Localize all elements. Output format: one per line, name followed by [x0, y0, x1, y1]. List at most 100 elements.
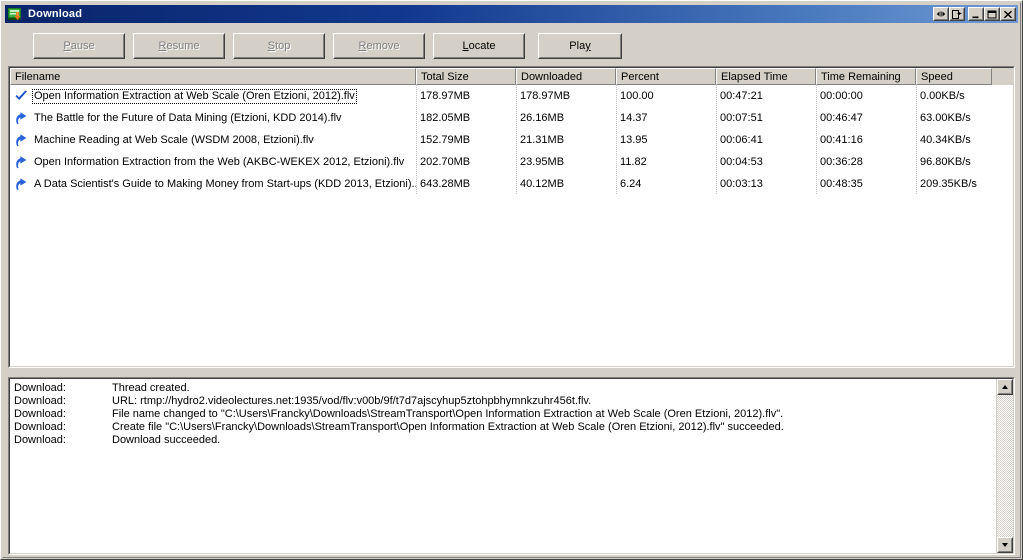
- download-app-icon: [8, 7, 24, 21]
- filename-label: A Data Scientist's Guide to Making Money…: [34, 177, 416, 190]
- list-body: Open Information Extraction at Web Scale…: [10, 85, 1013, 195]
- close-icon[interactable]: [1000, 7, 1016, 21]
- column-header-total-size[interactable]: Total Size: [416, 68, 516, 85]
- column-header-filename[interactable]: Filename: [10, 68, 416, 85]
- table-row[interactable]: The Battle for the Future of Data Mining…: [10, 107, 1013, 129]
- minimize-icon[interactable]: [968, 7, 984, 21]
- cell-elapsed-time: 00:04:53: [716, 151, 816, 173]
- remove-button-label: Remove: [358, 40, 400, 52]
- column-header-elapsed-time[interactable]: Elapsed Time: [716, 68, 816, 85]
- column-header-label: Total Size: [421, 70, 469, 83]
- cell-speed: 209.35KB/s: [916, 173, 992, 195]
- cell-value: 00:03:13: [720, 178, 763, 190]
- locate-button-label: Locate: [462, 40, 496, 52]
- cell-total-size: 643.28MB: [416, 173, 516, 195]
- download-list: Filename Total Size Downloaded Percent Elaps…: [8, 66, 1015, 368]
- cell-value: 100.00: [620, 90, 654, 102]
- cell-filename: Open Information Extraction at Web Scale…: [10, 85, 416, 107]
- log-line-message: Thread created.: [112, 382, 190, 394]
- titlebar[interactable]: Download: [5, 5, 1018, 23]
- play-button[interactable]: Play: [538, 33, 622, 59]
- cell-value: 63.00KB/s: [920, 112, 971, 124]
- cell-filename: Open Information Extraction from the Web…: [10, 151, 416, 173]
- cell-time-remaining: 00:41:16: [816, 129, 916, 151]
- cell-total-size: 152.79MB: [416, 129, 516, 151]
- log-line: Download: File name changed to "C:\Users\…: [14, 408, 996, 421]
- cell-speed: 96.80KB/s: [916, 151, 992, 173]
- log-line-tag: Download:: [14, 395, 66, 407]
- cell-time-remaining: 00:00:00: [816, 85, 916, 107]
- log-line-tag: Download:: [14, 408, 66, 420]
- cell-speed: 0.00KB/s: [916, 85, 992, 107]
- cell-value: 209.35KB/s: [920, 178, 977, 190]
- cell-value: 11.82: [620, 156, 647, 168]
- cell-value: 00:48:35: [820, 178, 863, 190]
- column-header-time-remaining[interactable]: Time Remaining: [816, 68, 916, 85]
- filename-label: Open Information Extraction at Web Scale…: [32, 88, 357, 104]
- cell-percent: 6.24: [616, 173, 716, 195]
- cell-downloaded: 40.12MB: [516, 173, 616, 195]
- log-content[interactable]: Download: Thread created. Download: URL: rt…: [10, 379, 996, 553]
- cell-total-size: 178.97MB: [416, 85, 516, 107]
- cell-filename: The Battle for the Future of Data Mining…: [10, 107, 416, 129]
- table-row[interactable]: Open Information Extraction from the Web…: [10, 151, 1013, 173]
- download-window: Download Pause Resume Stop Remove Locate…: [0, 0, 1023, 560]
- cell-total-size: 182.05MB: [416, 107, 516, 129]
- column-header-label: Time Remaining: [821, 70, 901, 83]
- maximize-icon[interactable]: [984, 7, 1000, 21]
- filename-label: The Battle for the Future of Data Mining…: [34, 111, 342, 124]
- column-header-speed[interactable]: Speed: [916, 68, 992, 85]
- log-line-message: Create file "C:\Users\Francky\Downloads\…: [112, 421, 784, 433]
- log-line-tag: Download:: [14, 382, 66, 394]
- downloading-arrow-icon: [10, 110, 32, 126]
- detach-window-icon[interactable]: [949, 7, 965, 21]
- log-line: Download: Download succeeded.: [14, 434, 996, 447]
- restore-down-icon[interactable]: [933, 7, 949, 21]
- column-header-label: Filename: [15, 70, 61, 83]
- log-line-tag: Download:: [14, 434, 66, 446]
- cell-value: 96.80KB/s: [920, 156, 971, 168]
- column-header-percent[interactable]: Percent: [616, 68, 716, 85]
- scroll-down-button[interactable]: [997, 537, 1013, 553]
- cell-elapsed-time: 00:03:13: [716, 173, 816, 195]
- filename-label: Open Information Extraction from the Web…: [34, 155, 405, 168]
- cell-percent: 13.95: [616, 129, 716, 151]
- cell-value: 40.34KB/s: [920, 134, 971, 146]
- stop-button-label: Stop: [267, 40, 291, 52]
- column-separator: [816, 85, 817, 195]
- cell-downloaded: 23.95MB: [516, 151, 616, 173]
- log-line: Download: URL: rtmp://hydro2.videolecture…: [14, 395, 996, 408]
- cell-value: 00:04:53: [720, 156, 763, 168]
- cell-elapsed-time: 00:06:41: [716, 129, 816, 151]
- table-row[interactable]: A Data Scientist's Guide to Making Money…: [10, 173, 1013, 195]
- check-complete-icon: [10, 88, 32, 104]
- cell-value: 13.95: [620, 134, 648, 146]
- cell-elapsed-time: 00:07:51: [716, 107, 816, 129]
- cell-value: 23.95MB: [520, 156, 565, 168]
- log-line-message: URL: rtmp://hydro2.videolectures.net:193…: [112, 395, 592, 407]
- cell-value: 00:07:51: [720, 112, 763, 124]
- log-panel: Download: Thread created. Download: URL: rt…: [8, 377, 1015, 555]
- window-inner-frame: Download Pause Resume Stop Remove Locate…: [2, 2, 1021, 558]
- log-line: Download: Create file "C:\Users\Francky\D…: [14, 421, 996, 434]
- table-row[interactable]: Open Information Extraction at Web Scale…: [10, 85, 1013, 107]
- table-row[interactable]: Machine Reading at Web Scale (WSDM 2008,…: [10, 129, 1013, 151]
- log-line-message: File name changed to "C:\Users\Francky\D…: [112, 408, 784, 420]
- cell-total-size: 202.70MB: [416, 151, 516, 173]
- column-separator: [416, 85, 417, 195]
- cell-percent: 14.37: [616, 107, 716, 129]
- log-scrollbar[interactable]: [996, 379, 1013, 553]
- list-header: Filename Total Size Downloaded Percent Elaps…: [10, 68, 1013, 85]
- locate-button[interactable]: Locate: [433, 33, 525, 59]
- resume-button-label: Resume: [158, 40, 200, 52]
- column-header-downloaded[interactable]: Downloaded: [516, 68, 616, 85]
- cell-filename: Machine Reading at Web Scale (WSDM 2008,…: [10, 129, 416, 151]
- downloading-arrow-icon: [10, 176, 32, 192]
- scroll-up-button[interactable]: [997, 379, 1013, 395]
- titlebar-buttons: [933, 7, 1016, 21]
- cell-downloaded: 21.31MB: [516, 129, 616, 151]
- cell-value: 00:41:16: [820, 134, 863, 146]
- cell-value: 152.79MB: [420, 134, 471, 146]
- cell-value: 14.37: [620, 112, 648, 124]
- cell-speed: 40.34KB/s: [916, 129, 992, 151]
